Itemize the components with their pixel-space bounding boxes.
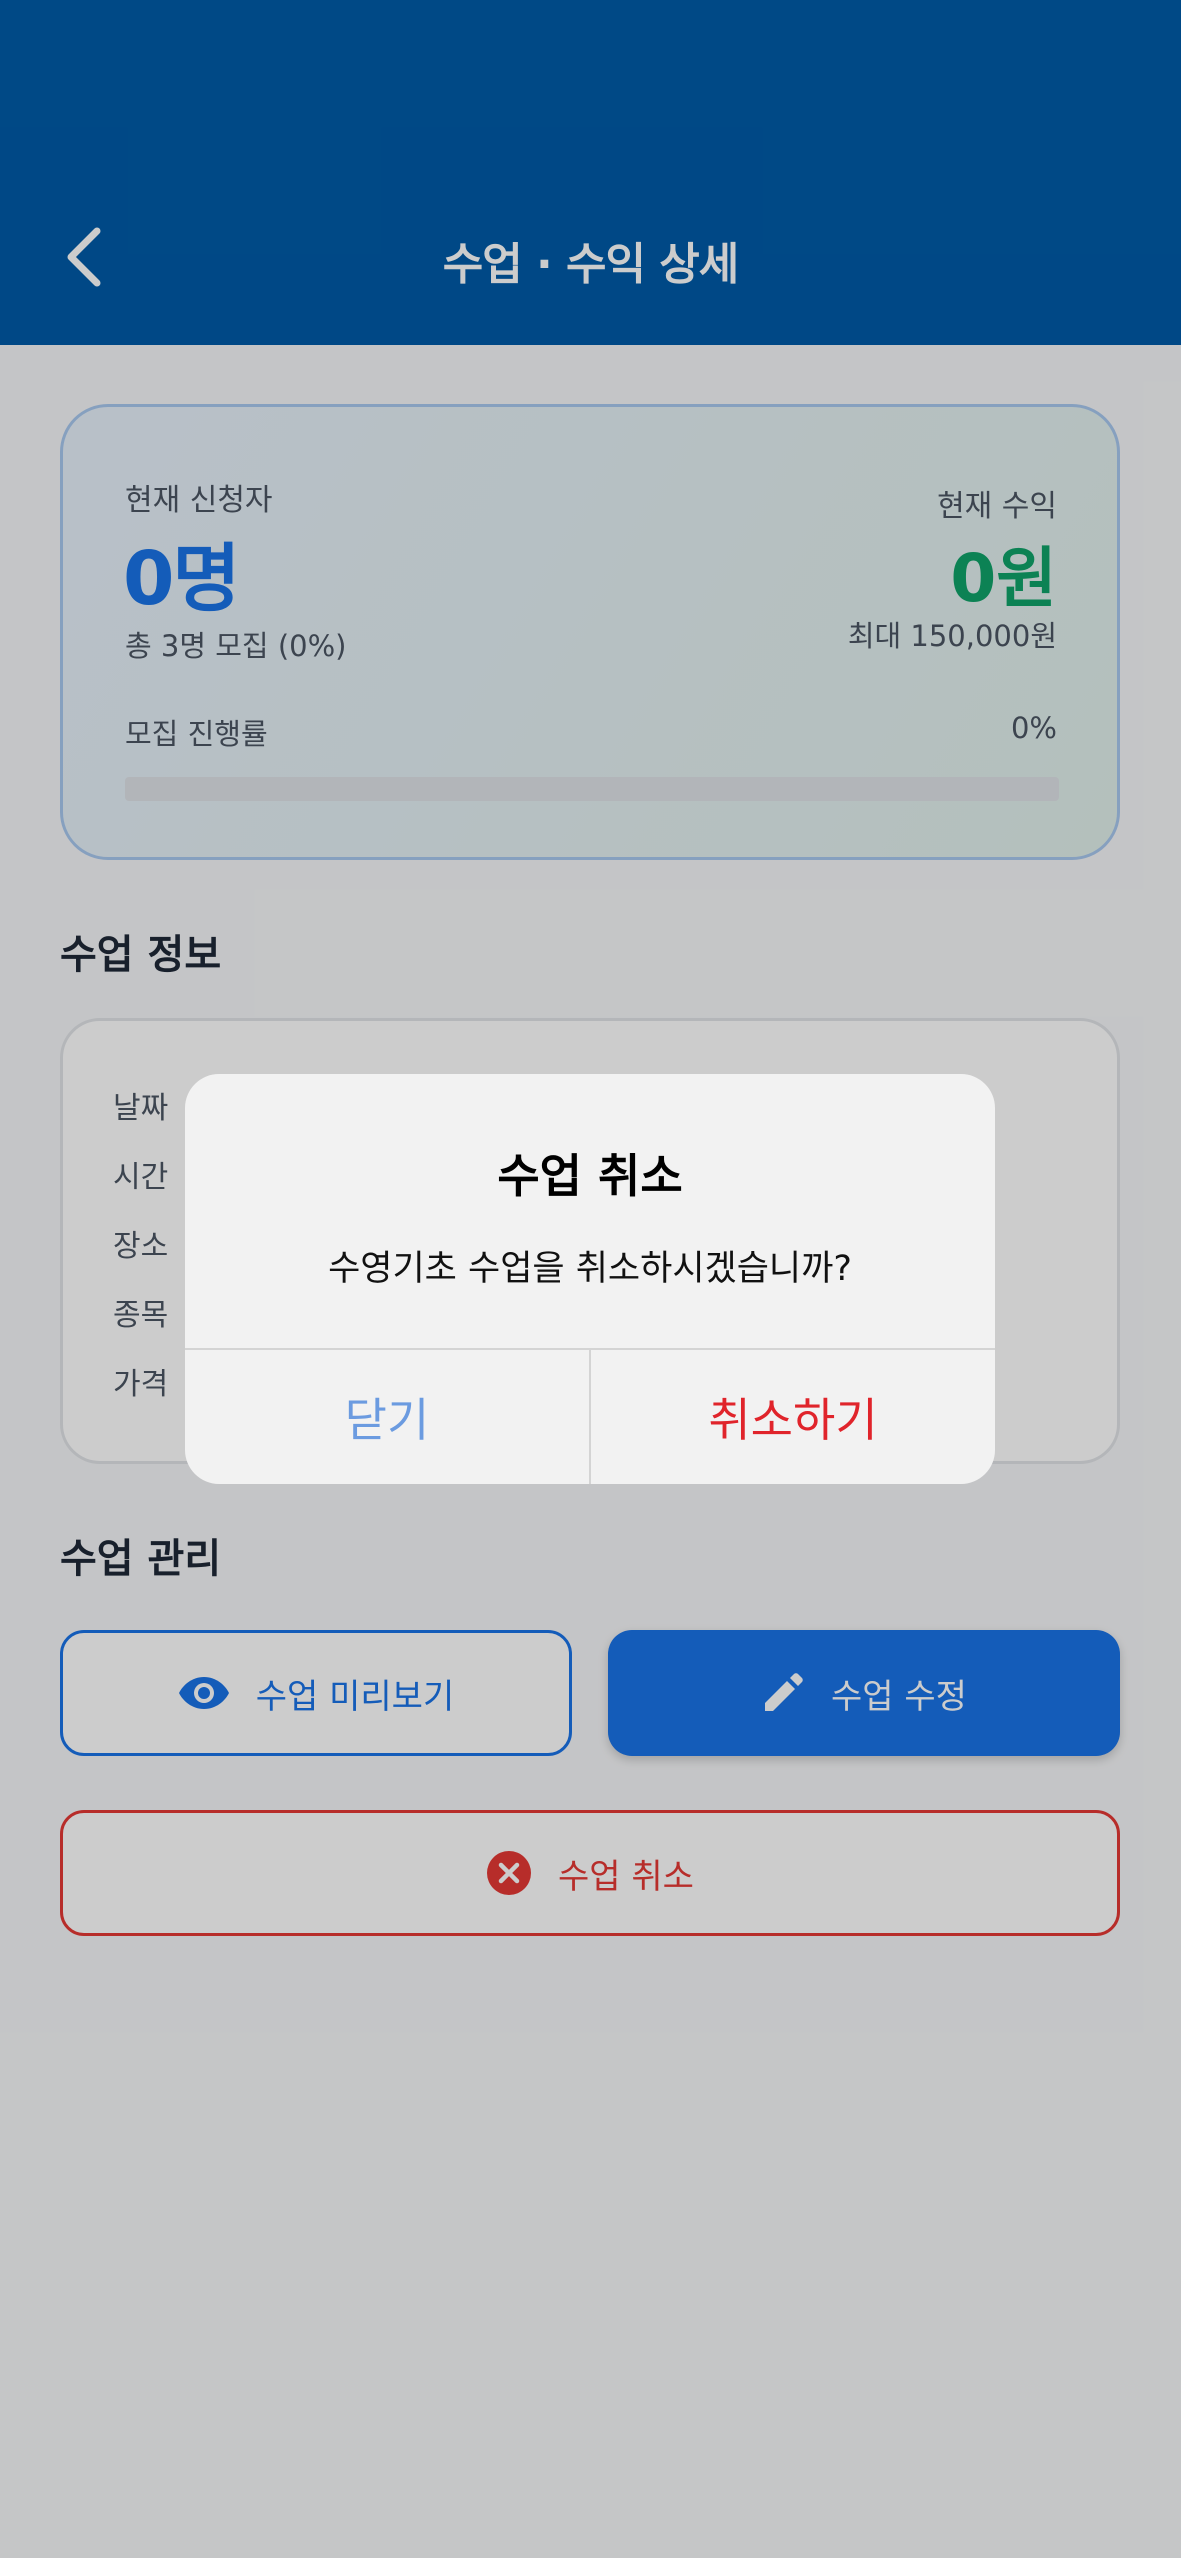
dialog-close-button[interactable]: 닫기 (185, 1350, 589, 1484)
dialog-title: 수업 취소 (497, 1149, 683, 1203)
cancel-confirm-dialog: 수업 취소 수영기초 수업을 취소하시겠습니까? 닫기 취소하기 (185, 1074, 995, 1484)
dialog-message: 수영기초 수업을 취소하시겠습니까? (328, 1249, 852, 1289)
dialog-confirm-cancel-button[interactable]: 취소하기 (591, 1350, 995, 1484)
